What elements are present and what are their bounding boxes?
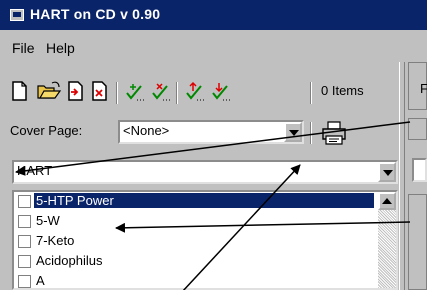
toolbar-separator xyxy=(310,82,312,104)
right-pane-icon-button[interactable] xyxy=(408,118,427,140)
list-item[interactable]: Acidophilus xyxy=(18,252,376,272)
toolbar-separator xyxy=(310,122,312,144)
items-count: 0 Items xyxy=(321,83,364,98)
list-scrollbar[interactable] xyxy=(378,192,396,288)
app-window: HART on CD v 0.90 File Help 0 Items Cove… xyxy=(0,0,427,290)
right-pane-field[interactable] xyxy=(412,158,427,182)
cover-page-label: Cover Page: xyxy=(10,123,83,138)
item-checkbox[interactable] xyxy=(18,195,31,208)
cover-page-dropdown-button[interactable] xyxy=(284,122,302,142)
list-item-label: 5-W xyxy=(36,213,60,228)
cover-page-select[interactable]: <None> xyxy=(118,120,304,144)
item-checkbox[interactable] xyxy=(18,215,31,228)
new-icon[interactable] xyxy=(10,80,32,104)
check-all-icon[interactable] xyxy=(124,80,146,104)
list-item-label: 7-Keto xyxy=(36,233,75,248)
right-pane-panel xyxy=(408,194,427,290)
right-pane: F xyxy=(406,62,427,290)
list-item-label: Acidophilus xyxy=(36,253,103,268)
category-select[interactable]: HART xyxy=(12,160,398,184)
toolbar: 0 Items xyxy=(10,80,396,110)
print-icon[interactable] xyxy=(320,120,348,146)
item-checkbox[interactable] xyxy=(18,275,31,288)
scroll-up-button[interactable] xyxy=(378,192,396,210)
app-icon xyxy=(10,9,24,21)
category-dropdown-button[interactable] xyxy=(378,162,396,182)
title-bar[interactable]: HART on CD v 0.90 xyxy=(0,0,427,30)
scroll-track[interactable] xyxy=(378,210,396,288)
window-title: HART on CD v 0.90 xyxy=(30,6,161,22)
list-item-label: A xyxy=(36,273,45,288)
list-item[interactable]: 5-HTP Power xyxy=(18,192,376,212)
check-down-icon[interactable] xyxy=(210,80,232,104)
toolbar-separator xyxy=(176,82,178,104)
right-pane-header: F xyxy=(408,62,427,110)
toolbar-separator xyxy=(116,82,118,104)
import-icon[interactable] xyxy=(66,80,88,104)
uncheck-all-icon[interactable] xyxy=(150,80,172,104)
item-checkbox[interactable] xyxy=(18,255,31,268)
menu-file[interactable]: File xyxy=(12,40,35,56)
menu-help[interactable]: Help xyxy=(46,40,75,56)
list-item[interactable]: A xyxy=(18,272,376,288)
right-pane-label: F xyxy=(420,81,427,96)
product-list[interactable]: 5-HTP Power 5-W 7-Keto Acidophilus A xyxy=(12,190,398,290)
delete-icon[interactable] xyxy=(90,80,112,104)
cover-page-value: <None> xyxy=(123,123,170,138)
list-item[interactable]: 7-Keto xyxy=(18,232,376,252)
item-checkbox[interactable] xyxy=(18,235,31,248)
category-value: HART xyxy=(17,163,53,178)
check-up-icon[interactable] xyxy=(184,80,206,104)
pane-splitter[interactable] xyxy=(399,62,405,290)
list-item[interactable]: 5-W xyxy=(18,212,376,232)
open-folder-icon[interactable] xyxy=(36,80,62,104)
list-item-label: 5-HTP Power xyxy=(34,193,374,208)
